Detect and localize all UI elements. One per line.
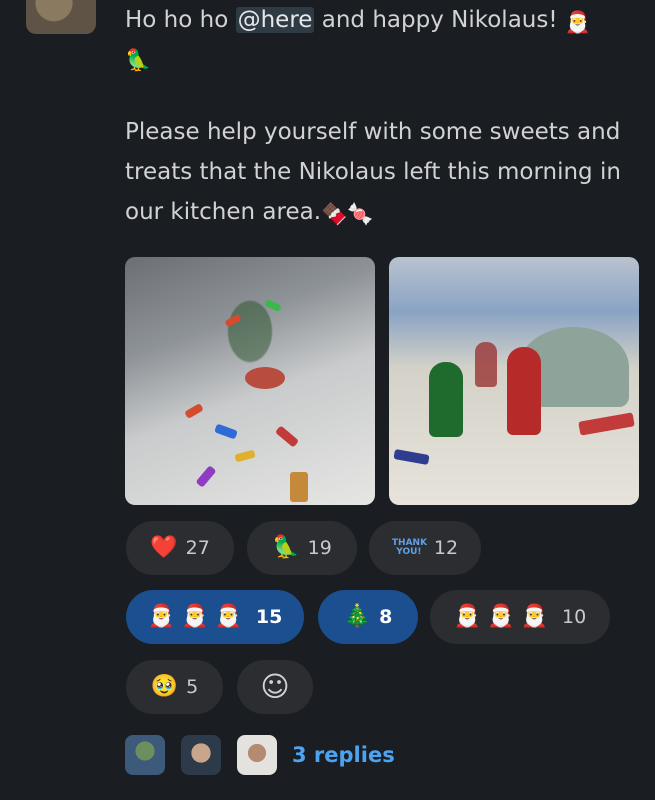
holding-back-tears-icon: 🥹: [150, 674, 179, 699]
reaction-count: 5: [186, 676, 199, 698]
candy-wrapper-shape: [578, 412, 635, 436]
reaction-count: 15: [255, 606, 283, 628]
santa-parrot-icon: 🦜: [272, 535, 300, 560]
santa-icon: 🎅🎅🎅: [147, 604, 248, 629]
thank-you-icon: THANK YOU!: [391, 538, 428, 557]
candy-shape: [224, 313, 242, 328]
thread-replies-link[interactable]: 3 replies: [292, 740, 395, 770]
candy-shape: [184, 403, 204, 419]
add-reaction-icon: ☺: [260, 670, 290, 703]
reply-avatar-3[interactable]: [237, 735, 277, 775]
green-santa-shape: [429, 362, 463, 437]
add-reaction-button[interactable]: ☺: [237, 660, 313, 714]
candy-shape: [234, 449, 256, 463]
reaction-count: 19: [307, 537, 332, 559]
reaction-thank-you[interactable]: THANK YOU! 12: [369, 521, 481, 575]
message-body: Ho ho ho @here and happy Nikolaus! 🎅 🦜 P…: [125, 0, 625, 234]
reaction-holding-back-tears[interactable]: 🥹 5: [126, 660, 223, 714]
reply-avatar-1[interactable]: [125, 735, 165, 775]
reaction-count: 27: [185, 537, 210, 559]
heart-icon: ❤️: [150, 535, 178, 560]
red-santa-shape: [507, 347, 541, 435]
sender-avatar[interactable]: [26, 0, 96, 34]
christmas-tree-icon: 🎄: [343, 604, 372, 629]
reaction-santa[interactable]: 🎅🎅🎅 15: [126, 590, 304, 644]
candy-shape: [274, 425, 300, 448]
reaction-christmas-tree[interactable]: 🎄 8: [318, 590, 418, 644]
candy-shape: [264, 298, 282, 313]
chocolate-emoji: 🍫: [321, 202, 348, 226]
reply-avatar-2[interactable]: [181, 735, 221, 775]
small-santa-shape: [475, 342, 497, 387]
parrot-emoji: 🦜: [125, 48, 152, 72]
candy-emoji: 🍬: [347, 202, 374, 226]
reaction-count: 12: [433, 537, 459, 559]
message-emoji-line: 🦜: [125, 40, 625, 76]
greeting-text: Ho ho ho: [125, 7, 236, 33]
reaction-santa-skin-tones[interactable]: 🎅🎅🎅 10: [430, 590, 610, 644]
candy-wrapper-shape: [393, 449, 430, 465]
candy-shape: [214, 423, 238, 440]
reaction-count: 10: [562, 606, 587, 628]
message-greeting: Ho ho ho @here and happy Nikolaus! 🎅: [125, 0, 625, 40]
santa-emoji: 🎅: [564, 10, 592, 34]
reaction-heart[interactable]: ❤️ 27: [126, 521, 234, 575]
mention-here[interactable]: @here: [235, 7, 315, 33]
message-paragraph: Please help yourself with some sweets an…: [125, 112, 625, 234]
santa-skin-tones-icon: 🎅🎅🎅: [453, 604, 554, 629]
candy-shape: [290, 472, 308, 502]
attachment-photo-chocolate-santas[interactable]: [389, 257, 639, 505]
candy-shape: [195, 465, 217, 488]
reaction-santa-parrot[interactable]: 🦜 19: [247, 521, 357, 575]
bowl-shape: [245, 367, 285, 389]
attachment-photo-sweets-table[interactable]: [125, 257, 375, 505]
reaction-count: 8: [379, 606, 393, 628]
greeting-text-2: and happy Nikolaus!: [314, 7, 558, 33]
